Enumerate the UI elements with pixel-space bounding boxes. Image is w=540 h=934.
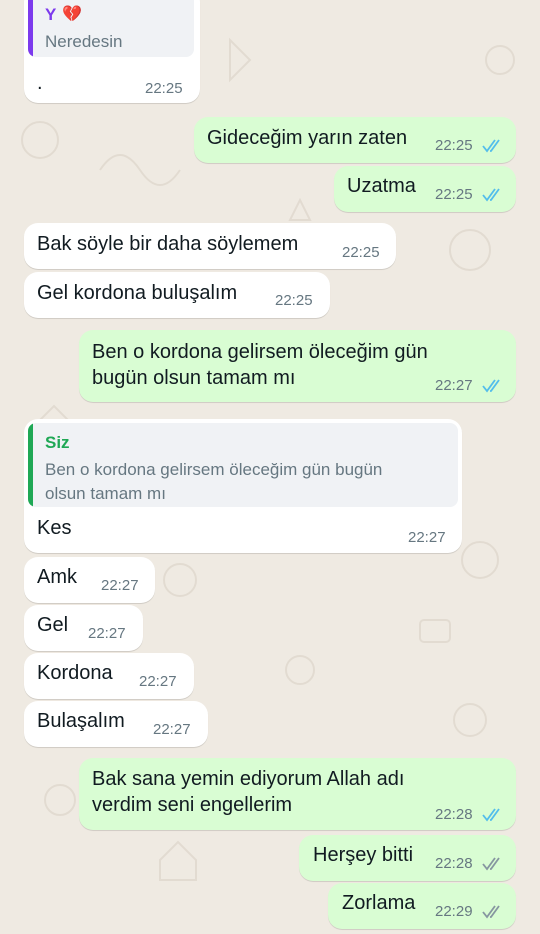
message-time: 22:28 [435,806,473,823]
outgoing-message[interactable]: Ben o kordona gelirsem öleceğim gün bugü… [79,330,516,402]
message-text: Zorlama [342,892,416,914]
broken-heart-emoji: 💔 [62,6,82,23]
message-text-line-2: bugün olsun tamam mı [92,367,296,389]
message-time: 22:27 [101,577,139,594]
delivered-ticks-icon [482,857,500,871]
message-time: 22:28 [435,855,473,872]
message-time: 22:27 [408,529,446,546]
incoming-message[interactable]: Kordona 22:27 [24,653,194,699]
message-text: Amk [37,566,77,588]
read-ticks-icon [482,379,500,393]
quote-text-line-2: olsun tamam mı [45,484,166,503]
quote-text: Neredesin [45,32,123,51]
read-ticks-icon [482,188,500,202]
message-text-line-2: verdim seni engellerim [92,794,293,816]
message-text: Kordona [37,662,113,684]
quote-text-line-1: Ben o kordona gelirsem öleceğim gün bugü… [45,460,383,479]
quote-author: Siz [45,433,70,452]
message-text: Gideceğim yarın zaten [207,127,408,149]
outgoing-message[interactable]: Bak sana yemin ediyorum Allah adı verdim… [79,758,516,830]
message-text-line-1: Bak sana yemin ediyorum Allah adı [92,768,405,790]
message-text: . [37,72,43,94]
message-time: 22:25 [275,292,313,309]
quote-bar [28,0,33,57]
delivered-ticks-icon [482,905,500,919]
incoming-message[interactable]: Siz Ben o kordona gelirsem öleceğim gün … [24,419,462,553]
message-text: Kes [37,517,72,539]
message-text: Bak söyle bir daha söylemem [37,233,299,255]
message-text: Gel [37,614,69,636]
message-time: 22:27 [435,377,473,394]
message-time: 22:29 [435,903,473,920]
quoted-message[interactable]: Y 💔 Neredesin [28,0,194,57]
message-time: 22:27 [88,625,126,642]
incoming-message[interactable]: Amk 22:27 [24,557,155,603]
message-text-line-1: Ben o kordona gelirsem öleceğim gün [92,341,428,363]
message-time: 22:25 [435,186,473,203]
incoming-message[interactable]: Gel kordona buluşalım 22:25 [24,272,330,318]
incoming-message[interactable]: Bak söyle bir daha söylemem 22:25 [24,223,396,269]
message-time: 22:25 [342,244,380,261]
message-text: Uzatma [347,175,416,197]
message-time: 22:27 [153,721,191,738]
outgoing-message[interactable]: Herşey bitti 22:28 [299,835,516,881]
read-ticks-icon [482,808,500,822]
read-ticks-icon [482,139,500,153]
message-text: Herşey bitti [313,844,414,866]
quoted-message[interactable]: Siz Ben o kordona gelirsem öleceğim gün … [28,423,458,507]
message-time: 22:25 [145,80,183,97]
outgoing-message[interactable]: Zorlama 22:29 [328,883,516,929]
quote-bar [28,423,33,507]
message-time: 22:27 [139,673,177,690]
incoming-message[interactable]: Bulaşalım 22:27 [24,701,208,747]
quote-author: Y [45,5,57,24]
message-text: Gel kordona buluşalım [37,282,238,304]
outgoing-message[interactable]: Gideceğim yarın zaten 22:25 [194,117,516,163]
incoming-message[interactable]: Y 💔 Neredesin . 22:25 [24,0,200,103]
message-text: Bulaşalım [37,710,125,732]
incoming-message[interactable]: Gel 22:27 [24,605,143,651]
outgoing-message[interactable]: Uzatma 22:25 [334,166,516,212]
message-time: 22:25 [435,137,473,154]
